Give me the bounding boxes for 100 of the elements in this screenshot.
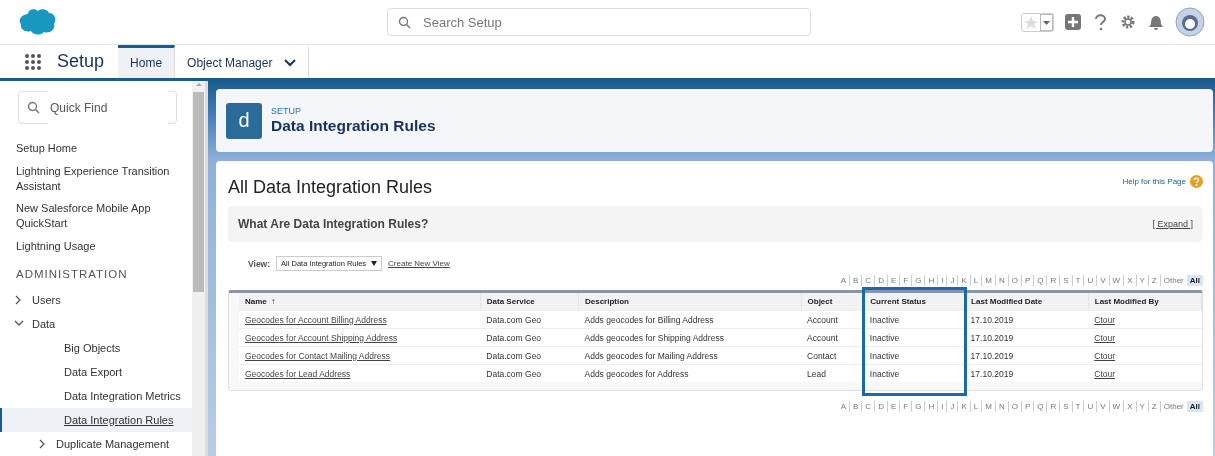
- letter-filter[interactable]: N: [995, 275, 1009, 286]
- letter-filter[interactable]: D: [875, 401, 888, 412]
- letter-filter[interactable]: V: [1097, 401, 1110, 412]
- user-link[interactable]: Ctour: [1094, 368, 1116, 379]
- letter-filter[interactable]: A: [837, 401, 850, 412]
- letter-filter[interactable]: P: [1021, 401, 1035, 412]
- letter-filter[interactable]: P: [1021, 275, 1035, 286]
- help-link[interactable]: Help for this Page: [1122, 175, 1203, 188]
- letter-filter[interactable]: S: [1060, 401, 1073, 412]
- sidebar-link[interactable]: Big Objects: [64, 340, 121, 356]
- letter-filter[interactable]: Y: [1136, 275, 1149, 286]
- letter-filter[interactable]: X: [1124, 275, 1137, 286]
- letter-filter[interactable]: B: [850, 275, 863, 286]
- letter-filter[interactable]: Other: [1160, 275, 1187, 286]
- column-header[interactable]: Object: [801, 293, 864, 311]
- letter-filter[interactable]: O: [1008, 401, 1022, 412]
- column-header[interactable]: Data Service: [480, 293, 579, 311]
- letter-filter[interactable]: O: [1008, 275, 1022, 286]
- letter-filter[interactable]: X: [1124, 401, 1137, 412]
- column-header[interactable]: Current Status: [863, 293, 965, 311]
- letter-filter[interactable]: C: [862, 401, 876, 412]
- letter-filter[interactable]: M: [982, 275, 996, 286]
- letter-filter[interactable]: E: [887, 401, 901, 412]
- letter-filter[interactable]: W: [1109, 401, 1125, 412]
- plus-icon[interactable]: [1065, 14, 1081, 30]
- sidebar-link[interactable]: Data Integration Metrics: [64, 388, 181, 404]
- letter-filter[interactable]: G: [912, 275, 926, 286]
- app-launcher-icon[interactable]: [25, 53, 41, 70]
- sidebar-link[interactable]: Duplicate Management: [56, 436, 170, 452]
- letter-filter[interactable]: All: [1186, 275, 1203, 286]
- letter-filter[interactable]: B: [850, 401, 863, 412]
- column-header[interactable]: Description: [578, 293, 802, 311]
- sidebar-link[interactable]: Users: [32, 292, 61, 308]
- letter-filter[interactable]: Z: [1148, 401, 1161, 412]
- create-view-link[interactable]: Create New View: [388, 259, 450, 268]
- letter-filter[interactable]: Y: [1136, 401, 1149, 412]
- column-header[interactable]: Last Modified Date: [964, 293, 1089, 311]
- letter-filter[interactable]: T: [1072, 401, 1085, 412]
- scrollbar[interactable]: [192, 81, 205, 456]
- sidebar-link[interactable]: New Salesforce Mobile App QuickStart: [16, 200, 186, 231]
- letter-filter[interactable]: Q: [1034, 275, 1048, 286]
- table-cell: Inactive: [863, 328, 965, 347]
- settings-icon[interactable]: [1119, 13, 1137, 31]
- letter-filter[interactable]: D: [875, 275, 888, 286]
- letter-filter[interactable]: F: [900, 401, 913, 412]
- user-link[interactable]: Ctour: [1094, 350, 1116, 361]
- letter-filter[interactable]: C: [862, 275, 876, 286]
- quick-find-box[interactable]: Quick Find: [18, 91, 177, 124]
- nav-tab[interactable]: Home: [118, 45, 176, 78]
- column-header[interactable]: Name ↑: [239, 293, 481, 311]
- nav-tab[interactable]: Object Manager: [175, 45, 310, 78]
- letter-filter[interactable]: Other: [1160, 401, 1187, 412]
- sidebar-link[interactable]: Lightning Usage: [16, 238, 96, 254]
- letter-filter[interactable]: W: [1109, 275, 1125, 286]
- letter-filter[interactable]: A: [837, 275, 850, 286]
- letter-filter[interactable]: H: [925, 275, 939, 286]
- search-box[interactable]: Search Setup: [387, 8, 811, 36]
- bell-icon[interactable]: [1148, 13, 1164, 31]
- help-icon[interactable]: [1092, 13, 1108, 31]
- cloud-logo[interactable]: [18, 8, 58, 36]
- rule-link[interactable]: Geocodes for Account Shipping Address: [245, 332, 398, 343]
- letter-filter[interactable]: U: [1084, 401, 1098, 412]
- letter-filter[interactable]: K: [958, 401, 971, 412]
- favorites-button[interactable]: [1021, 12, 1054, 32]
- rule-link[interactable]: Geocodes for Lead Address: [245, 368, 351, 379]
- letter-filter[interactable]: U: [1084, 275, 1098, 286]
- expand-link[interactable]: [ Expand ]: [1152, 219, 1193, 229]
- letter-filter[interactable]: I: [938, 275, 948, 286]
- letter-filter[interactable]: G: [912, 401, 926, 412]
- letter-filter[interactable]: F: [900, 275, 913, 286]
- letter-filter[interactable]: R: [1047, 275, 1061, 286]
- letter-filter[interactable]: M: [982, 401, 996, 412]
- search-field[interactable]: Search Setup: [421, 13, 800, 31]
- rule-link[interactable]: Geocodes for Contact Mailing Address: [245, 350, 391, 361]
- sidebar-link[interactable]: Setup Home: [16, 140, 78, 156]
- user-link[interactable]: Ctour: [1094, 314, 1116, 325]
- letter-filter[interactable]: H: [925, 401, 939, 412]
- letter-filter[interactable]: S: [1060, 275, 1073, 286]
- letter-filter[interactable]: N: [995, 401, 1009, 412]
- column-header[interactable]: Last Modified By: [1088, 293, 1202, 311]
- letter-filter[interactable]: J: [947, 401, 959, 412]
- quick-find-field[interactable]: Quick Find: [48, 91, 168, 124]
- letter-filter[interactable]: J: [947, 275, 959, 286]
- sidebar-link[interactable]: Data: [32, 316, 56, 332]
- letter-filter[interactable]: L: [970, 401, 983, 412]
- letter-filter[interactable]: L: [970, 275, 983, 286]
- avatar-icon[interactable]: [1175, 7, 1205, 37]
- letter-filter[interactable]: V: [1097, 275, 1110, 286]
- letter-filter[interactable]: I: [938, 401, 948, 412]
- letter-filter[interactable]: T: [1072, 275, 1085, 286]
- letter-filter[interactable]: K: [958, 275, 971, 286]
- letter-filter[interactable]: E: [887, 275, 901, 286]
- letter-filter[interactable]: R: [1047, 401, 1061, 412]
- rule-link[interactable]: Geocodes for Account Billing Address: [245, 314, 387, 325]
- letter-filter[interactable]: All: [1186, 401, 1203, 412]
- sidebar-link[interactable]: Lightning Experience Transition Assistant: [16, 163, 186, 194]
- letter-filter[interactable]: Z: [1148, 275, 1161, 286]
- letter-filter[interactable]: Q: [1034, 401, 1048, 412]
- user-link[interactable]: Ctour: [1094, 332, 1116, 343]
- sidebar-link[interactable]: Data Export: [64, 364, 123, 380]
